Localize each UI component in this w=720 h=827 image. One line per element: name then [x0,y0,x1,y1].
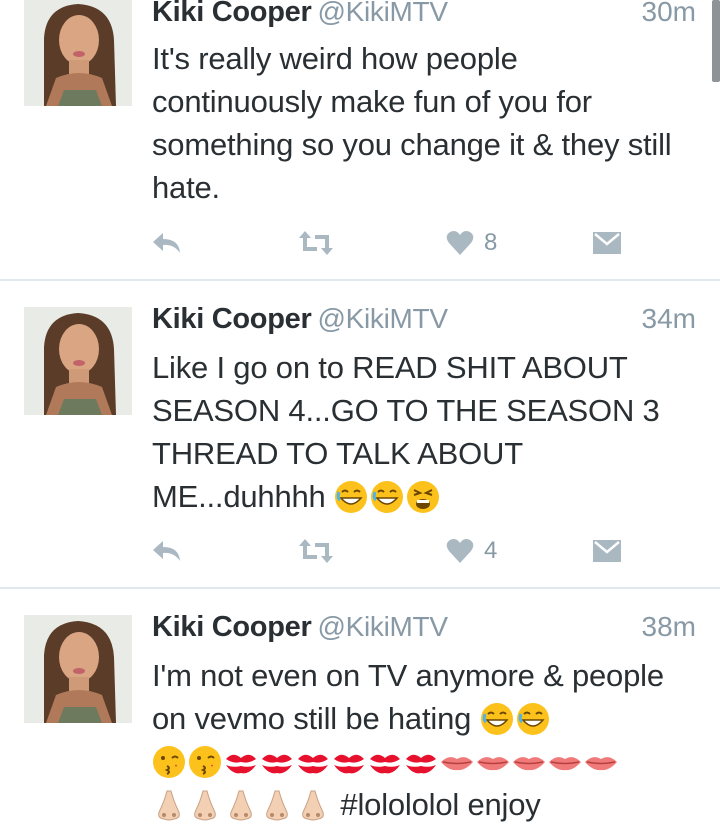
grinning-sweat-emoji [371,481,404,513]
tweet-text-line: continuously make fun of you for [152,84,592,119]
display-name[interactable]: Kiki Cooper @KikiMTV [152,0,448,29]
nose-emoji [302,790,324,821]
tweet-text-line: THREAD TO TALK ABOUT [152,436,523,471]
like-button[interactable]: 8 [446,225,497,261]
tweet-actions: 8 [148,225,628,261]
tweet[interactable]: Kiki Cooper @KikiMTV 38m I'm not even on … [0,589,720,827]
kiss-mark-emoji [406,754,436,774]
retweet-icon [299,539,333,563]
lips-emoji [441,757,473,771]
kiss-mark-emoji [334,754,364,774]
kiss-mark-emoji [262,754,292,774]
hashtag[interactable]: #lolololol enjoy [340,787,540,822]
tweet-text-line: something so you change it & they still [152,127,672,162]
tweet-text-fragment: ME...duhhhh [152,479,326,514]
retweet-icon [299,231,333,255]
avatar[interactable] [24,0,132,106]
tweet-text-line: SEASON 4...GO TO THE SEASON 3 [152,393,660,428]
grinning-sweat-emoji [516,703,549,735]
user-handle[interactable]: @KikiMTV [317,0,448,27]
tweet-text-line: on vevmo still be hating [152,697,700,740]
heart-icon [446,539,474,563]
emoji-row [152,740,700,783]
tweet-text: Like I go on to READ SHIT ABOUT SEASON 4… [152,346,700,518]
tweet[interactable]: Kiki Cooper @KikiMTV 34m Like I go on to … [0,281,720,587]
lips-emoji [477,757,509,771]
tweet-timeline: Kiki Cooper @KikiMTV 30m It's really weir… [0,0,720,827]
envelope-icon [593,232,621,254]
kissing-face-emoji [189,746,221,778]
like-count: 4 [484,537,498,564]
nose-emoji [158,790,180,821]
timestamp[interactable]: 30m [642,0,696,28]
avatar[interactable] [24,615,132,723]
lips-emoji [549,757,581,771]
reply-icon [153,541,180,561]
tweet-text-line: hate. [152,170,220,205]
direct-message-button[interactable] [592,225,622,261]
like-count: 8 [484,229,498,256]
avatar[interactable] [24,307,132,415]
tweet-actions: 4 [148,533,628,569]
display-name[interactable]: Kiki Cooper @KikiMTV [152,303,448,336]
grinning-sweat-emoji [335,481,368,513]
kiss-mark-emoji [226,754,256,774]
tired-face-emoji [407,481,440,513]
envelope-icon [593,540,621,562]
tweet-text-fragment: on vevmo still be hating [152,701,472,736]
kiss-mark-emoji [298,754,328,774]
tweet-text-line: I'm not even on TV anymore & people [152,658,664,693]
heart-icon [446,231,474,255]
lips-emoji [585,757,617,771]
grinning-sweat-emoji [480,703,513,735]
kissing-face-emoji [153,746,185,778]
tweet-text-line: Like I go on to READ SHIT ABOUT [152,350,628,385]
user-handle[interactable]: @KikiMTV [317,611,448,642]
timestamp[interactable]: 38m [642,611,696,643]
nose-emoji [230,790,252,821]
display-name[interactable]: Kiki Cooper @KikiMTV [152,611,448,644]
reply-button[interactable] [150,225,182,261]
tweet[interactable]: Kiki Cooper @KikiMTV 30m It's really weir… [0,0,720,280]
nose-emoji [266,790,288,821]
retweet-button[interactable] [298,533,334,569]
user-handle[interactable]: @KikiMTV [317,303,448,334]
tweet-text-line: #lolololol enjoy [152,783,700,826]
like-button[interactable]: 4 [446,533,497,569]
tweet-text-line: It's really weird how people [152,41,518,76]
nose-emoji [194,790,216,821]
reply-button[interactable] [150,533,182,569]
scrollbar[interactable] [712,0,720,82]
kiss-mark-emoji [370,754,400,774]
retweet-button[interactable] [298,225,334,261]
tweet-text: I'm not even on TV anymore & people on v… [152,654,700,826]
tweet-text: It's really weird how people continuousl… [152,37,700,209]
tweet-text-line: ME...duhhhh [152,475,700,518]
direct-message-button[interactable] [592,533,622,569]
reply-icon [153,233,180,253]
lips-emoji [513,757,545,771]
timestamp[interactable]: 34m [642,303,696,335]
